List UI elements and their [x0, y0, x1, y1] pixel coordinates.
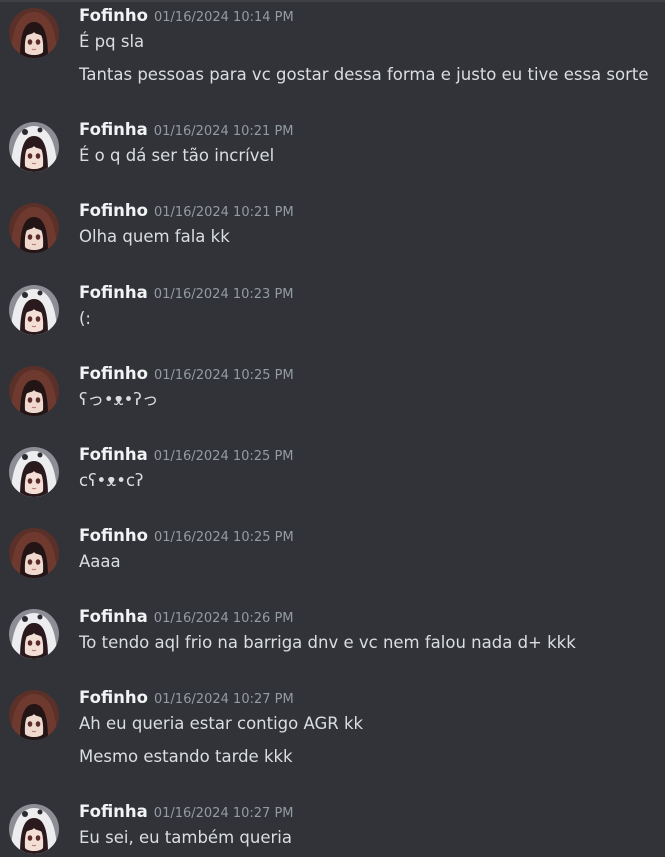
- white-hood-girl-avatar-icon[interactable]: [9, 804, 59, 854]
- dark-hood-girl-avatar-icon[interactable]: [9, 528, 59, 578]
- white-hood-girl-avatar-icon[interactable]: [9, 122, 59, 172]
- message-text: Eu sei, eu também queria: [79, 828, 292, 847]
- message-text: ʕっ•ᴥ•ʔっ: [79, 390, 159, 409]
- username[interactable]: Fofinho: [79, 364, 148, 383]
- message-text: Ah eu queria estar contigo AGR kk: [79, 714, 364, 733]
- timestamp: 01/16/2024 10:25 PM: [154, 530, 294, 545]
- timestamp: 01/16/2024 10:27 PM: [153, 806, 294, 821]
- message-header: Fofinha 01/16/2024 10:26 PM: [79, 607, 294, 629]
- timestamp: 01/16/2024 10:26 PM: [153, 611, 294, 626]
- timestamp: 01/16/2024 10:21 PM: [154, 205, 294, 220]
- timestamp: 01/16/2024 10:25 PM: [153, 449, 294, 464]
- dark-hood-girl-avatar-icon[interactable]: [9, 690, 59, 740]
- message-text: Aaaa: [79, 552, 121, 571]
- username[interactable]: Fofinha: [79, 120, 148, 139]
- message-text: Olha quem fala kk: [79, 227, 230, 246]
- message-header: Fofinha 01/16/2024 10:25 PM: [79, 445, 294, 467]
- message-header: Fofinho 01/16/2024 10:14 PM: [79, 6, 294, 28]
- message-header: Fofinha 01/16/2024 10:21 PM: [79, 120, 294, 142]
- white-hood-girl-avatar-icon[interactable]: [9, 285, 59, 335]
- username[interactable]: Fofinha: [79, 445, 148, 464]
- username[interactable]: Fofinho: [79, 201, 148, 220]
- white-hood-girl-avatar-icon[interactable]: [9, 609, 59, 659]
- timestamp: 01/16/2024 10:25 PM: [154, 368, 294, 383]
- dark-hood-girl-avatar-icon[interactable]: [9, 366, 59, 416]
- timestamp: 01/16/2024 10:23 PM: [153, 287, 294, 302]
- username[interactable]: Fofinha: [79, 607, 148, 626]
- message-header: Fofinho 01/16/2024 10:27 PM: [79, 688, 294, 710]
- dark-hood-girl-avatar-icon[interactable]: [9, 203, 59, 253]
- message-header: Fofinho 01/16/2024 10:21 PM: [79, 201, 294, 223]
- timestamp: 01/16/2024 10:14 PM: [154, 10, 294, 25]
- message-header: Fofinha 01/16/2024 10:27 PM: [79, 802, 294, 824]
- timestamp: 01/16/2024 10:21 PM: [153, 124, 294, 139]
- message-header: Fofinho 01/16/2024 10:25 PM: [79, 364, 294, 386]
- message-text: Mesmo estando tarde kkk: [79, 747, 293, 766]
- message-text: cʕ•ᴥ•cʔ: [79, 471, 144, 490]
- white-hood-girl-avatar-icon[interactable]: [9, 447, 59, 497]
- message-text: (:: [79, 309, 91, 328]
- message-header: Fofinho 01/16/2024 10:25 PM: [79, 526, 294, 548]
- username[interactable]: Fofinho: [79, 688, 148, 707]
- username[interactable]: Fofinha: [79, 283, 148, 302]
- dark-hood-girl-avatar-icon[interactable]: [9, 8, 59, 58]
- message-header: Fofinha 01/16/2024 10:23 PM: [79, 283, 294, 305]
- message-text: É o q dá ser tão incrível: [79, 146, 275, 165]
- username[interactable]: Fofinho: [79, 6, 148, 25]
- message-text: Tantas pessoas para vc gostar dessa form…: [79, 65, 649, 84]
- username[interactable]: Fofinha: [79, 802, 148, 821]
- message-text: É pq sla: [79, 32, 145, 51]
- top-divider: [0, 0, 665, 2]
- message-text: To tendo aql frio na barriga dnv e vc ne…: [79, 633, 576, 652]
- username[interactable]: Fofinho: [79, 526, 148, 545]
- timestamp: 01/16/2024 10:27 PM: [154, 692, 294, 707]
